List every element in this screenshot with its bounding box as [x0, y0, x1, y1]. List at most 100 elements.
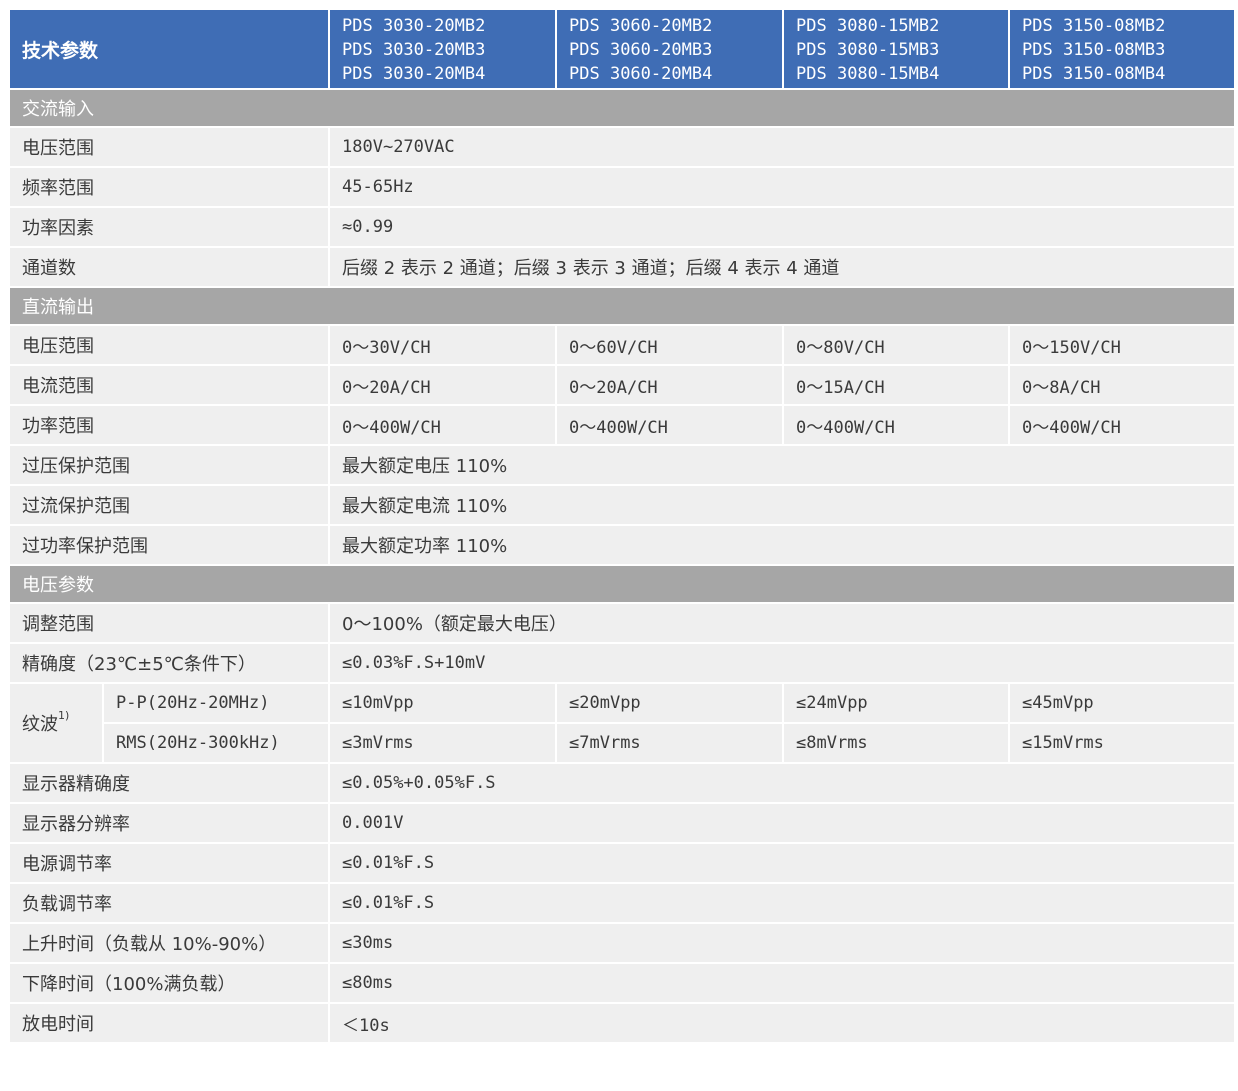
- row-value: 0～400W/CH: [328, 404, 558, 446]
- ripple-label: 纹波: [22, 714, 58, 735]
- table-row: 过流保护范围 最大额定电流 110%: [7, 484, 1237, 526]
- row-value: 0～100%（额定最大电压）: [328, 602, 1237, 644]
- spec-table-container: 技术参数 PDS 3030-20MB2 PDS 3030-20MB3 PDS 3…: [7, 8, 1237, 1044]
- table-row: 功率范围 0～400W/CH 0～400W/CH 0～400W/CH 0～400…: [7, 404, 1237, 446]
- row-label: 放电时间: [7, 1002, 331, 1044]
- row-label: 过压保护范围: [7, 444, 331, 486]
- row-label: 显示器分辨率: [7, 802, 331, 844]
- row-value: 后缀 2 表示 2 通道；后缀 3 表示 3 通道；后缀 4 表示 4 通道: [328, 246, 1237, 288]
- model-name: PDS 3080-15MB3: [796, 40, 940, 60]
- row-value: 0～20A/CH: [555, 364, 785, 406]
- row-value: ≤0.03%F.S+10mV: [328, 642, 1237, 684]
- footnote-marker: 1): [58, 709, 70, 722]
- row-value: ≤3mVrms: [328, 722, 558, 764]
- table-row: 显示器精确度 ≤0.05%+0.05%F.S: [7, 762, 1237, 804]
- row-value: 0～150V/CH: [1008, 324, 1237, 366]
- row-value: ≤0.05%+0.05%F.S: [328, 762, 1237, 804]
- table-row: 精确度（23℃±5℃条件下） ≤0.03%F.S+10mV: [7, 642, 1237, 684]
- row-label: 过流保护范围: [7, 484, 331, 526]
- table-row: 显示器分辨率 0.001V: [7, 802, 1237, 844]
- row-value: ≤45mVpp: [1008, 682, 1237, 724]
- table-row: RMS(20Hz-300kHz) ≤3mVrms ≤7mVrms ≤8mVrms…: [9, 722, 1237, 764]
- model-name: PDS 3150-08MB3: [1022, 40, 1166, 60]
- row-value: ≤20mVpp: [555, 682, 785, 724]
- row-label: 功率因素: [7, 206, 331, 248]
- row-value: 最大额定电流 110%: [328, 484, 1237, 526]
- model-name: PDS 3060-20MB3: [569, 40, 713, 60]
- row-label: 通道数: [7, 246, 331, 288]
- row-label: 过功率保护范围: [7, 524, 331, 566]
- row-value: ≈0.99: [328, 206, 1237, 248]
- row-value: ≤7mVrms: [555, 722, 785, 764]
- section-title: 电压参数: [7, 564, 1237, 604]
- row-label: 调整范围: [7, 602, 331, 644]
- row-value: 0～400W/CH: [782, 404, 1011, 446]
- row-value: ≤8mVrms: [782, 722, 1011, 764]
- table-row: 电压范围 0～30V/CH 0～60V/CH 0～80V/CH 0～150V/C…: [7, 324, 1237, 366]
- row-value: ＜10s: [328, 1002, 1237, 1044]
- row-value: 0～400W/CH: [1008, 404, 1237, 446]
- table-row: 电压范围 180V~270VAC: [7, 126, 1237, 168]
- ripple-sublabel: RMS(20Hz-300kHz): [101, 722, 331, 764]
- table-row: 纹波1) P-P(20Hz-20MHz) ≤10mVpp ≤20mVpp ≤24…: [8, 682, 1237, 764]
- section-header-ac-input: 交流输入: [7, 88, 1237, 128]
- row-value: 0～8A/CH: [1008, 364, 1237, 406]
- row-label: 频率范围: [7, 166, 331, 208]
- row-value: 180V~270VAC: [328, 126, 1237, 168]
- model-cell: PDS 3030-20MB2 PDS 3030-20MB3 PDS 3030-2…: [328, 8, 558, 90]
- model-name: PDS 3080-15MB2: [796, 16, 940, 36]
- row-label: 显示器精确度: [7, 762, 331, 804]
- model-name: PDS 3150-08MB4: [1022, 64, 1166, 84]
- model-name: PDS 3150-08MB2: [1022, 16, 1166, 36]
- row-value: 0～15A/CH: [782, 364, 1011, 406]
- row-value: ≤30ms: [328, 922, 1237, 964]
- row-value: 最大额定电压 110%: [328, 444, 1237, 486]
- model-name: PDS 3060-20MB2: [569, 16, 713, 36]
- row-value: ≤0.01%F.S: [328, 842, 1237, 884]
- model-cell: PDS 3080-15MB2 PDS 3080-15MB3 PDS 3080-1…: [782, 8, 1011, 90]
- row-label: 电源调节率: [7, 842, 331, 884]
- row-value: 0～400W/CH: [555, 404, 785, 446]
- model-name: PDS 3030-20MB4: [342, 64, 486, 84]
- row-value: ≤0.01%F.S: [328, 882, 1237, 924]
- row-label: 电压范围: [7, 126, 331, 168]
- row-label: 下降时间（100%满负载）: [7, 962, 331, 1004]
- row-label: 电流范围: [7, 364, 331, 406]
- table-row: 电流范围 0～20A/CH 0～20A/CH 0～15A/CH 0～8A/CH: [7, 364, 1237, 406]
- row-value: 45-65Hz: [328, 166, 1237, 208]
- section-title: 直流输出: [7, 286, 1237, 326]
- model-name: PDS 3080-15MB4: [796, 64, 940, 84]
- row-value: ≤80ms: [328, 962, 1237, 1004]
- model-name: PDS 3060-20MB4: [569, 64, 713, 84]
- table-row: 放电时间 ＜10s: [7, 1002, 1237, 1044]
- table-row: 上升时间（负载从 10%-90%） ≤30ms: [7, 922, 1237, 964]
- row-value: 0～20A/CH: [328, 364, 558, 406]
- table-row: 负载调节率 ≤0.01%F.S: [7, 882, 1237, 924]
- row-value: 最大额定功率 110%: [328, 524, 1237, 566]
- table-row: 过功率保护范围 最大额定功率 110%: [7, 524, 1237, 566]
- header-row: 技术参数 PDS 3030-20MB2 PDS 3030-20MB3 PDS 3…: [7, 8, 1237, 90]
- table-row: 通道数 后缀 2 表示 2 通道；后缀 3 表示 3 通道；后缀 4 表示 4 …: [7, 246, 1237, 288]
- row-value: 0～60V/CH: [555, 324, 785, 366]
- row-value: 0～80V/CH: [782, 324, 1011, 366]
- model-cell: PDS 3060-20MB2 PDS 3060-20MB3 PDS 3060-2…: [555, 8, 785, 90]
- section-header-voltage-params: 电压参数: [7, 564, 1237, 604]
- ripple-sublabel: P-P(20Hz-20MHz): [101, 682, 331, 724]
- model-name: PDS 3030-20MB2: [342, 16, 486, 36]
- header-label: 技术参数: [7, 8, 331, 90]
- row-label: 电压范围: [7, 324, 331, 366]
- row-label: 负载调节率: [7, 882, 331, 924]
- table-row: 调整范围 0～100%（额定最大电压）: [7, 602, 1237, 644]
- table-row: 过压保护范围 最大额定电压 110%: [7, 444, 1237, 486]
- table-row: 功率因素 ≈0.99: [7, 206, 1237, 248]
- table-row: 频率范围 45-65Hz: [7, 166, 1237, 208]
- row-label: 精确度（23℃±5℃条件下）: [7, 642, 331, 684]
- model-name: PDS 3030-20MB3: [342, 40, 486, 60]
- table-row: 电源调节率 ≤0.01%F.S: [7, 842, 1237, 884]
- model-cell: PDS 3150-08MB2 PDS 3150-08MB3 PDS 3150-0…: [1008, 8, 1237, 90]
- row-value: ≤24mVpp: [782, 682, 1011, 724]
- row-value: ≤10mVpp: [328, 682, 558, 724]
- row-value: 0.001V: [328, 802, 1237, 844]
- row-value: 0～30V/CH: [328, 324, 558, 366]
- section-header-dc-output: 直流输出: [7, 286, 1237, 326]
